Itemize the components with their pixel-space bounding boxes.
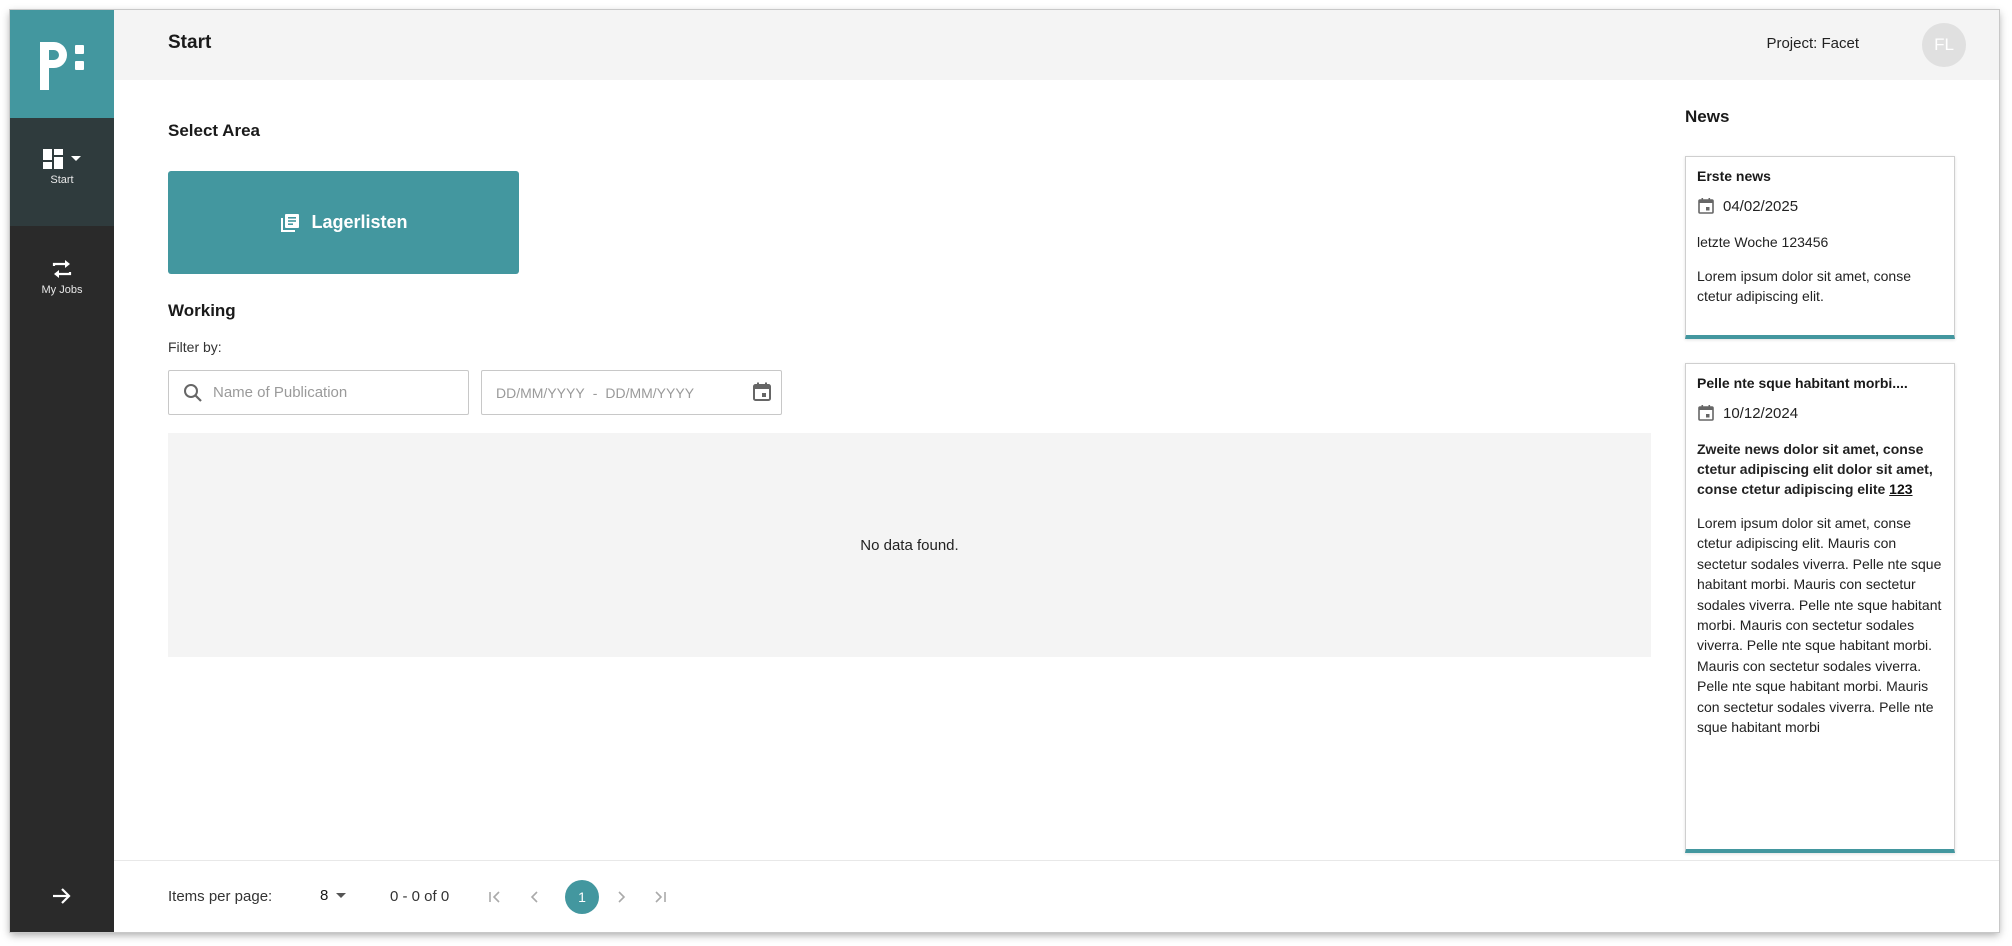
dashboard-icon [43, 149, 63, 169]
lagerlisten-button[interactable]: Lagerlisten [168, 171, 519, 274]
sidebar: Start My Jobs [10, 10, 114, 932]
page-range-label: 0 - 0 of 0 [390, 888, 450, 905]
news-card[interactable]: Erste news 04/02/2025 letzte Woche 12345… [1685, 156, 1955, 339]
date-end-input[interactable]: DD/MM/YYYY [605, 385, 694, 401]
news-card-subtitle: letzte Woche 123456 [1697, 234, 1829, 250]
calendar-icon [1697, 197, 1715, 215]
news-card-date: 04/02/2025 [1697, 197, 1943, 215]
items-per-page-select[interactable]: 8 [320, 887, 347, 904]
last-page-button[interactable] [644, 881, 676, 913]
chevron-left-icon [530, 891, 538, 903]
items-per-page-label: Items per page: [168, 888, 273, 905]
publication-search-field[interactable] [168, 370, 469, 415]
jobs-table-empty: No data found. [168, 433, 1651, 657]
sidebar-item-label: Start [50, 174, 74, 186]
news-card-link[interactable]: 123 [1889, 481, 1912, 497]
calendar-icon[interactable] [751, 381, 773, 406]
news-title: News [1685, 107, 1730, 126]
last-page-icon [655, 891, 666, 903]
avatar[interactable]: FL [1922, 23, 1966, 67]
current-page-button[interactable]: 1 [565, 880, 599, 914]
news-card-date: 10/12/2024 [1697, 404, 1943, 422]
working-title: Working [168, 301, 236, 320]
items-per-page-value: 8 [320, 887, 329, 904]
news-card[interactable]: Pelle nte sque habitant morbi.... 10/12/… [1685, 363, 1955, 853]
sidebar-item-label: My Jobs [41, 284, 83, 296]
date-separator: - [592, 384, 598, 401]
app-window: Start My Jobs Start Project: Facet FL Se… [10, 10, 1999, 932]
chevron-right-icon [618, 891, 626, 903]
news-card-title: Erste news [1697, 168, 1771, 184]
paginator: Items per page: 8 0 - 0 of 0 1 [114, 860, 1999, 932]
logo[interactable] [10, 10, 114, 118]
project-label: Project: Facet [1766, 35, 1859, 52]
lagerlisten-label: Lagerlisten [311, 212, 408, 232]
sidebar-item-start[interactable]: Start [10, 118, 114, 226]
news-card-body: Lorem ipsum dolor sit amet, conse ctetur… [1697, 515, 1942, 736]
news-card-title: Pelle nte sque habitant morbi.... [1697, 375, 1908, 391]
date-start-input[interactable]: DD/MM/YYYY [496, 385, 585, 401]
main-content: Select Area Lagerlisten Working Filter b… [114, 80, 1654, 870]
first-page-button[interactable] [479, 881, 511, 913]
pspace-logo-icon [40, 42, 84, 90]
page-title: Start [168, 32, 212, 53]
news-card-body: Lorem ipsum dolor sit amet, conse ctetur… [1697, 268, 1911, 305]
first-page-icon [489, 891, 500, 903]
news-card-date-text: 04/02/2025 [1723, 197, 1799, 215]
previous-page-button[interactable] [519, 881, 551, 913]
news-card-subtitle: Zweite news dolor sit amet, conse ctetur… [1697, 439, 1943, 499]
swap-arrows-icon [52, 260, 72, 278]
search-icon [184, 383, 202, 402]
date-range-field[interactable]: DD/MM/YYYY - DD/MM/YYYY [481, 370, 782, 415]
sidebar-item-my-jobs[interactable]: My Jobs [10, 226, 114, 334]
search-input[interactable] [213, 384, 453, 401]
news-card-date-text: 10/12/2024 [1723, 404, 1799, 422]
top-header: Start Project: Facet FL [114, 10, 1999, 80]
empty-message: No data found. [860, 536, 959, 554]
caret-down-icon [71, 156, 81, 161]
expand-sidebar-button[interactable] [10, 860, 114, 932]
library-books-icon [279, 212, 301, 234]
caret-down-icon [336, 893, 347, 898]
filter-label: Filter by: [168, 339, 222, 355]
select-area-title: Select Area [168, 121, 260, 140]
next-page-button[interactable] [605, 881, 637, 913]
arrow-right-icon [53, 888, 71, 904]
calendar-icon [1697, 404, 1715, 422]
